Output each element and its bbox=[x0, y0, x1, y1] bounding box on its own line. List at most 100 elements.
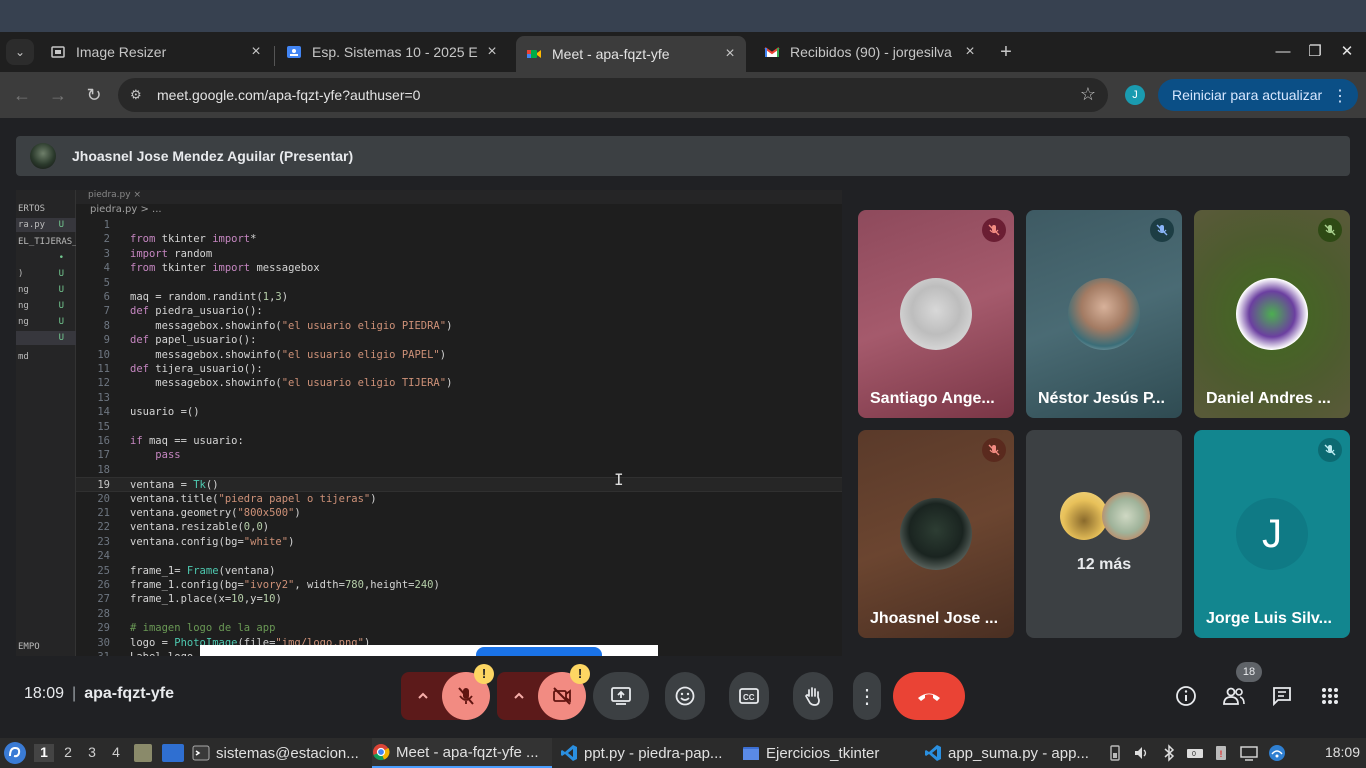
mic-off-icon bbox=[1318, 218, 1342, 242]
mic-warning-badge: ! bbox=[474, 664, 494, 684]
people-button[interactable] bbox=[1222, 684, 1246, 708]
code-text: import random bbox=[130, 247, 213, 260]
line-number: 25 bbox=[97, 564, 110, 577]
tab-close-icon[interactable]: × bbox=[480, 43, 504, 61]
bluetooth-tray-icon[interactable] bbox=[1160, 744, 1178, 762]
workspace-2[interactable]: 2 bbox=[58, 744, 78, 762]
network-tray-icon[interactable] bbox=[1268, 744, 1286, 762]
update-button-label: Reiniciar para actualizar bbox=[1172, 87, 1323, 103]
more-vert-icon[interactable]: ⋮ bbox=[1332, 86, 1348, 106]
meeting-details-button[interactable] bbox=[1174, 684, 1198, 708]
activities-button[interactable] bbox=[1318, 684, 1342, 708]
reload-button[interactable]: ↻ bbox=[80, 81, 108, 109]
shared-dialog-button bbox=[476, 647, 602, 656]
explorer-item: ng U bbox=[18, 317, 64, 327]
code-line: 10 messagebox.showinfo("el usuario eligi… bbox=[76, 348, 842, 362]
line-number: 1 bbox=[103, 219, 110, 231]
code-text: usuario =() bbox=[130, 406, 200, 419]
forward-button[interactable]: → bbox=[44, 81, 72, 109]
workspace-1[interactable]: 1 bbox=[34, 744, 54, 762]
minimize-button[interactable]: — bbox=[1271, 40, 1295, 64]
profile-avatar[interactable]: J bbox=[1125, 85, 1145, 105]
presenter-avatar bbox=[30, 143, 56, 169]
address-bar[interactable]: ⚙ meet.google.com/apa-fqzt-yfe?authuser=… bbox=[118, 78, 1108, 112]
leave-call-button[interactable] bbox=[893, 672, 965, 720]
new-tab-button[interactable]: + bbox=[994, 41, 1018, 65]
keyboard-tray-icon[interactable]: 0 bbox=[1186, 744, 1204, 762]
camera-options-button[interactable] bbox=[497, 672, 541, 720]
workspace-4[interactable]: 4 bbox=[106, 744, 126, 762]
code-line: 15 bbox=[76, 420, 842, 434]
explorer-item: ) U bbox=[18, 269, 64, 279]
maximize-button[interactable]: ❐ bbox=[1303, 40, 1327, 64]
workspace-3[interactable]: 3 bbox=[82, 744, 102, 762]
file-manager-launcher-icon[interactable] bbox=[134, 744, 152, 762]
explorer-footer: EMPO bbox=[18, 642, 40, 652]
svg-text:0: 0 bbox=[1192, 751, 1196, 758]
code-line: 28 bbox=[76, 607, 842, 621]
svg-text:CC: CC bbox=[743, 693, 755, 702]
chat-button[interactable] bbox=[1270, 684, 1294, 708]
start-menu-button[interactable] bbox=[4, 742, 26, 764]
tab-close-icon[interactable]: × bbox=[244, 43, 268, 61]
tab-close-icon[interactable]: × bbox=[958, 43, 982, 61]
site-info-icon[interactable]: ⚙ bbox=[130, 87, 146, 103]
mic-toggle-button[interactable]: ! bbox=[442, 664, 494, 720]
participant-tile[interactable]: Néstor Jesús P... bbox=[1026, 210, 1182, 418]
update-button[interactable]: Reiniciar para actualizar ⋮ bbox=[1158, 79, 1358, 111]
meeting-info: 18:09 | apa-fqzt-yfe bbox=[24, 685, 174, 703]
taskbar-item-label: app_suma.py - app... bbox=[948, 744, 1089, 762]
participant-name: Santiago Ange... bbox=[870, 390, 995, 407]
bookmark-star-icon[interactable]: ☆ bbox=[1080, 84, 1096, 105]
tab-classroom[interactable]: Esp. Sistemas 10 - 2025 E × bbox=[276, 36, 508, 68]
line-number: 15 bbox=[97, 420, 110, 433]
line-number: 31 bbox=[76, 650, 110, 656]
editor-explorer: ERTOS ra.pyU EL_TIJERAS_... • )U ngU ngU… bbox=[16, 190, 76, 656]
closed-captions-icon: CC bbox=[739, 688, 759, 704]
taskbar-item-vscode-ppt[interactable]: ppt.py - piedra-pap... bbox=[560, 738, 732, 768]
camera-toggle-button[interactable]: ! bbox=[538, 664, 590, 720]
present-screen-button[interactable] bbox=[593, 672, 649, 720]
code-text: def papel_usuario(): bbox=[130, 334, 257, 347]
distro-logo-icon bbox=[9, 746, 21, 758]
url-text[interactable]: meet.google.com/apa-fqzt-yfe?authuser=0 bbox=[157, 87, 420, 103]
more-participants-tile[interactable]: 12 más bbox=[1026, 430, 1182, 638]
more-options-button[interactable]: ⋮ bbox=[853, 672, 881, 720]
tab-gmail[interactable]: Recibidos (90) - jorgesilva × bbox=[754, 36, 986, 68]
chevron-up-icon bbox=[514, 692, 524, 699]
taskbar-item-terminal[interactable]: sistemas@estacion... bbox=[192, 738, 364, 768]
captions-button[interactable]: CC bbox=[729, 672, 769, 720]
explorer-item: U bbox=[16, 331, 76, 345]
taskbar-item-vscode-app-suma[interactable]: app_suma.py - app... bbox=[924, 738, 1096, 768]
tab-label: Esp. Sistemas 10 - 2025 E bbox=[312, 44, 478, 60]
editor-tab-strip: piedra.py × bbox=[76, 190, 842, 204]
os-taskbar: 1 2 3 4 sistemas@estacion... Meet - apa-… bbox=[0, 738, 1366, 768]
code-line: 1 bbox=[76, 218, 842, 232]
raise-hand-button[interactable] bbox=[793, 672, 833, 720]
taskbar-item-chrome[interactable]: Meet - apa-fqzt-yfe ... bbox=[372, 738, 552, 768]
desktop-launcher-icon[interactable] bbox=[162, 744, 184, 762]
arrow-left-icon: ← bbox=[13, 85, 31, 105]
tab-meet[interactable]: Meet - apa-fqzt-yfe × bbox=[516, 36, 746, 72]
updates-tray-icon[interactable]: ! bbox=[1212, 744, 1230, 762]
participant-tile[interactable]: J Jorge Luis Silv... bbox=[1194, 430, 1350, 638]
presenter-name: Jhoasnel Jose Mendez Aguilar (Presentar) bbox=[72, 148, 354, 164]
taskbar-item-folder[interactable]: Ejercicios_tkinter bbox=[742, 738, 914, 768]
battery-tray-icon[interactable] bbox=[1106, 744, 1124, 762]
display-tray-icon[interactable] bbox=[1240, 744, 1258, 762]
mic-options-button[interactable] bbox=[401, 672, 445, 720]
back-button[interactable]: ← bbox=[8, 81, 36, 109]
participant-tile[interactable]: Jhoasnel Jose ... bbox=[858, 430, 1014, 638]
mic-off-icon bbox=[982, 218, 1006, 242]
chevron-down-icon: ⌄ bbox=[14, 45, 26, 59]
tab-search-button[interactable]: ⌄ bbox=[6, 39, 34, 65]
tab-image-resizer[interactable]: Image Resizer × bbox=[40, 36, 272, 68]
tab-label: Image Resizer bbox=[76, 44, 167, 60]
tab-close-icon[interactable]: × bbox=[718, 45, 742, 63]
reactions-button[interactable] bbox=[665, 672, 705, 720]
volume-tray-icon[interactable] bbox=[1132, 744, 1150, 762]
explorer-item: • bbox=[58, 253, 64, 263]
participant-tile[interactable]: Daniel Andres ... bbox=[1194, 210, 1350, 418]
close-window-button[interactable]: ✕ bbox=[1335, 40, 1359, 64]
participant-tile[interactable]: Santiago Ange... bbox=[858, 210, 1014, 418]
